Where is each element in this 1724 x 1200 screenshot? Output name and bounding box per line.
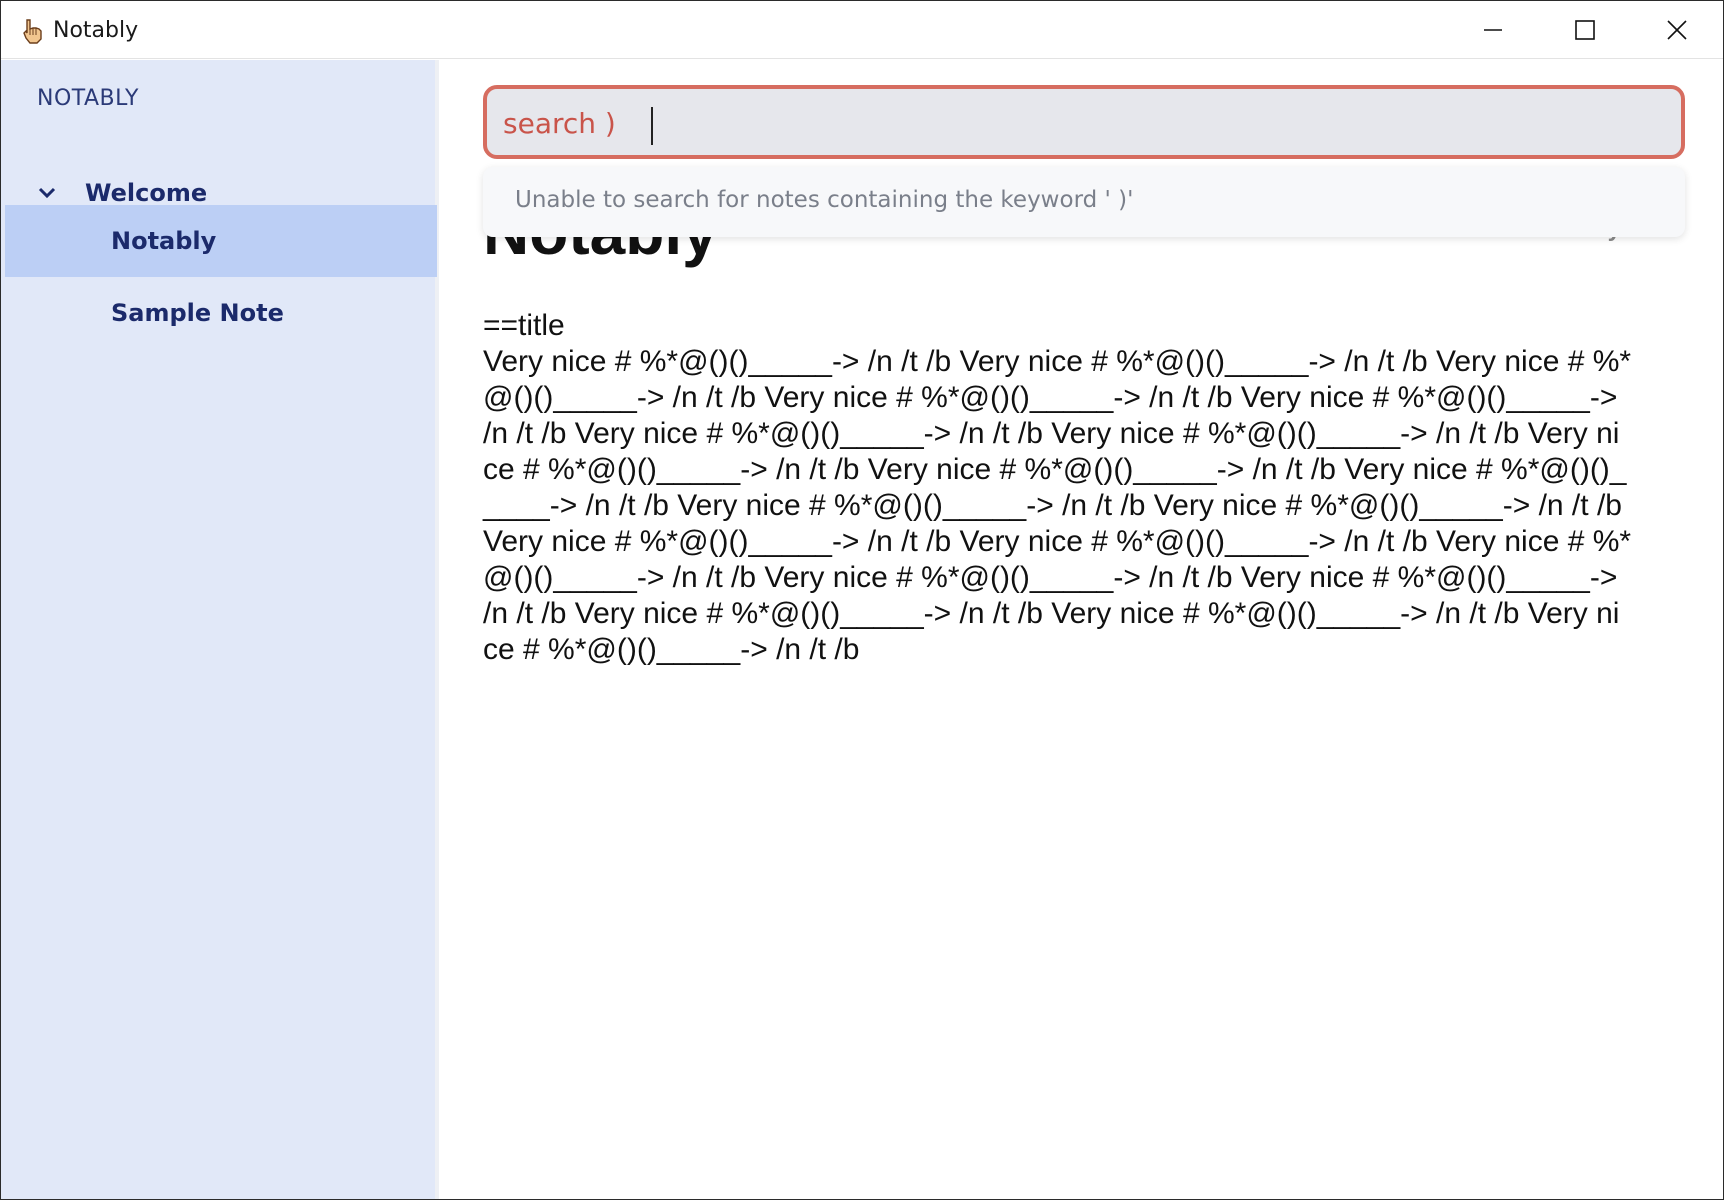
note-body[interactable]: ==title Very nice # %*@()()_____-> /n /t… bbox=[483, 308, 1633, 668]
search-input[interactable] bbox=[503, 101, 1663, 145]
maximize-button[interactable] bbox=[1539, 1, 1631, 59]
search-box[interactable] bbox=[483, 85, 1685, 159]
minimize-icon bbox=[1484, 29, 1502, 31]
sidebar-item-sample-note[interactable]: Sample Note bbox=[5, 277, 437, 349]
sidebar-item-label: Sample Note bbox=[111, 299, 284, 327]
maximize-icon bbox=[1575, 20, 1595, 40]
sidebar: NOTABLY Welcome Notably Sample Note bbox=[1, 60, 439, 1199]
hand-pointer-icon bbox=[21, 17, 45, 45]
window-title: Notably bbox=[53, 18, 139, 43]
search-empty-message: Unable to search for notes containing th… bbox=[515, 187, 1134, 213]
note-panel: Notably / Welcome / Notably ==title Very… bbox=[443, 60, 1723, 1199]
sidebar-item-notably[interactable]: Notably bbox=[5, 205, 437, 277]
search-results-dropdown: Unable to search for notes containing th… bbox=[483, 167, 1685, 237]
app-window: Notably NOTABLY Welcome Notably Sample N… bbox=[0, 0, 1724, 1200]
sidebar-item-label: Notably bbox=[111, 227, 217, 255]
close-button[interactable] bbox=[1631, 1, 1723, 59]
title-bar: Notably bbox=[1, 1, 1723, 59]
chevron-down-icon[interactable] bbox=[35, 181, 59, 205]
sidebar-item-label: Welcome bbox=[85, 179, 208, 207]
sidebar-header: NOTABLY bbox=[37, 86, 139, 111]
minimize-button[interactable] bbox=[1447, 1, 1539, 59]
text-caret bbox=[651, 107, 653, 145]
close-icon bbox=[1667, 20, 1687, 40]
